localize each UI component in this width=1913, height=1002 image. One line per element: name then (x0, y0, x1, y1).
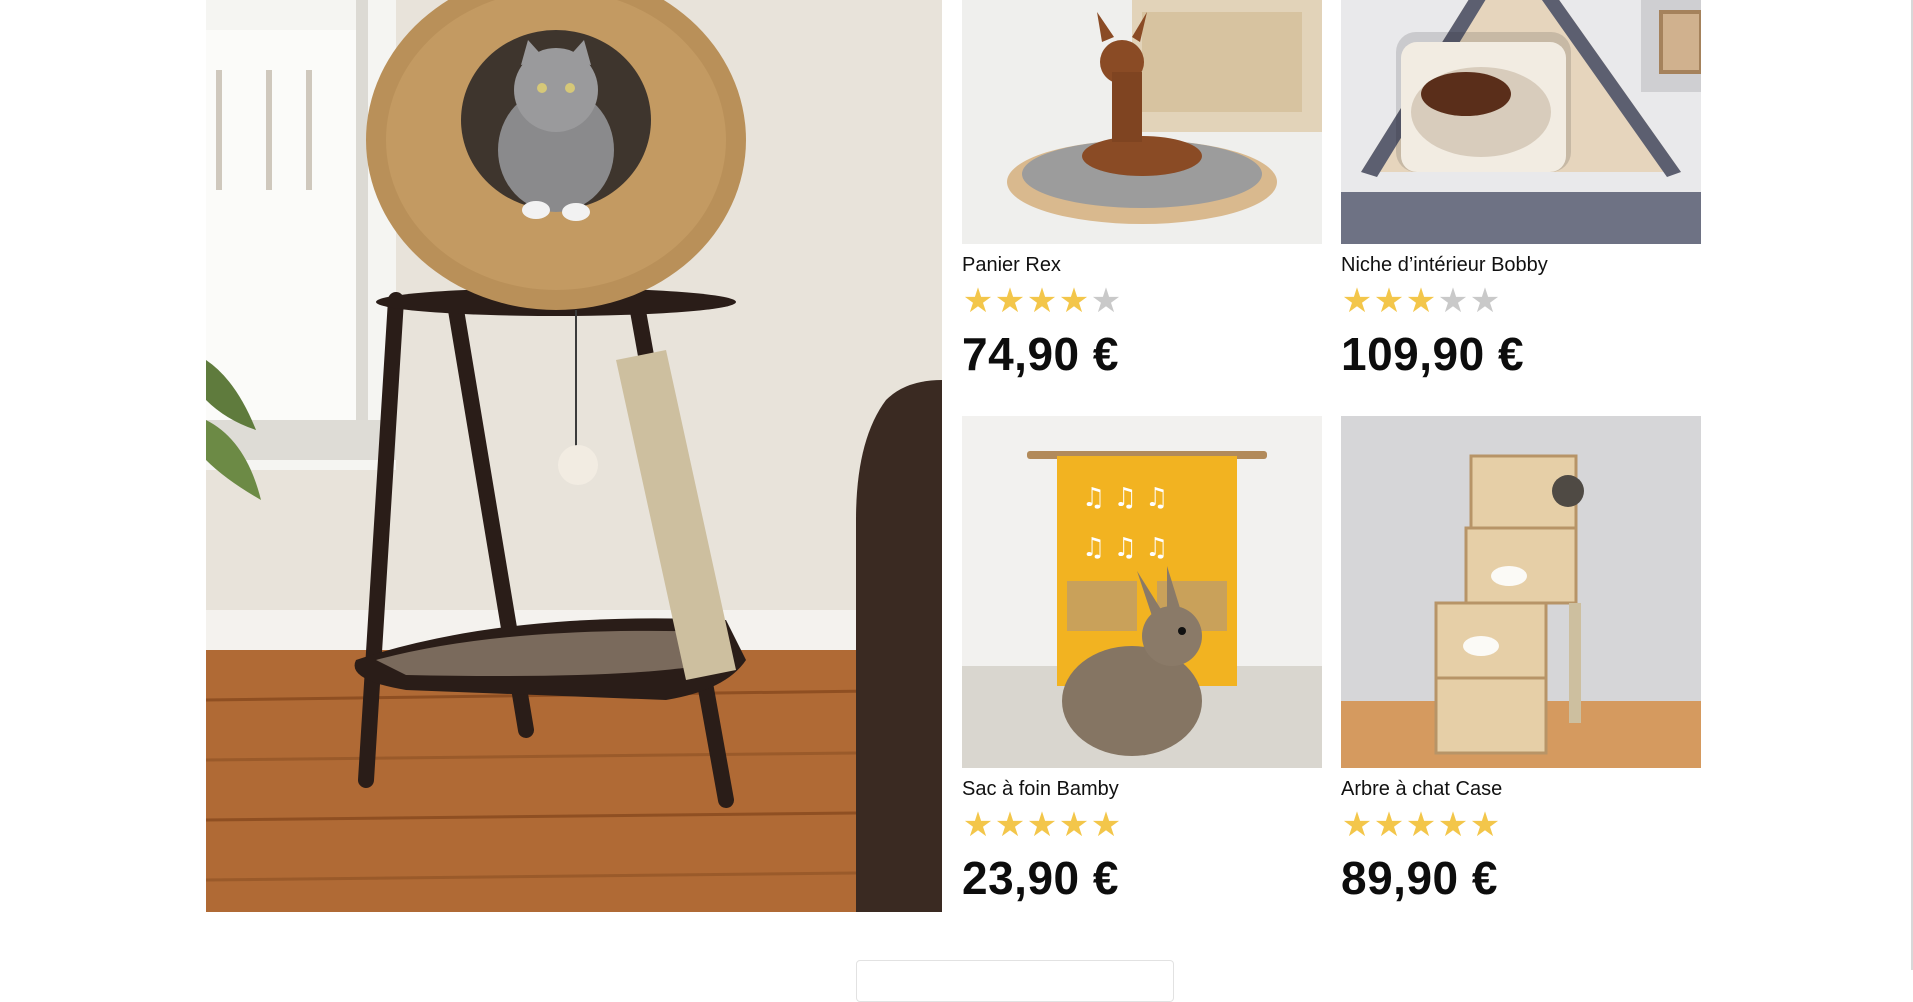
product-card-panier-rex[interactable]: Panier Rex ★ ★ ★ ★ ★ 74,90 € (962, 0, 1322, 380)
star-empty-icon: ★ (1090, 281, 1122, 321)
product-name[interactable]: Arbre à chat Case (1341, 776, 1701, 802)
star-filled-icon: ★ (1373, 805, 1405, 845)
star-filled-icon: ★ (1058, 281, 1090, 321)
product-price: 89,90 € (1341, 852, 1498, 904)
star-filled-icon: ★ (1405, 281, 1437, 321)
product-card-niche-bobby[interactable]: Niche d’intérieur Bobby ★ ★ ★ ★ ★ 109,90… (1341, 0, 1701, 380)
star-filled-icon: ★ (1437, 805, 1469, 845)
star-filled-icon: ★ (1341, 281, 1373, 321)
product-card-arbre-chat-case[interactable]: Arbre à chat Case ★ ★ ★ ★ ★ 89,90 € (1341, 416, 1701, 904)
hero-image-cat-tree[interactable] (206, 0, 942, 912)
product-image-arbre-chat-case[interactable] (1341, 416, 1701, 768)
star-filled-icon: ★ (1090, 805, 1122, 845)
star-filled-icon: ★ (994, 281, 1026, 321)
product-card-sac-foin-bamby[interactable]: ♫ ♫ ♫ ♫ ♫ ♫ Sac à foin Bamby ★ ★ ★ ★ ★ 2… (962, 416, 1322, 904)
product-name[interactable]: Niche d’intérieur Bobby (1341, 252, 1701, 278)
star-filled-icon: ★ (994, 805, 1026, 845)
star-empty-icon: ★ (1437, 281, 1469, 321)
product-name[interactable]: Sac à foin Bamby (962, 776, 1322, 802)
star-filled-icon: ★ (1405, 805, 1437, 845)
svg-text:♫ ♫ ♫: ♫ ♫ ♫ (1082, 533, 1168, 563)
star-filled-icon: ★ (1058, 805, 1090, 845)
star-filled-icon: ★ (1469, 805, 1501, 845)
star-filled-icon: ★ (1341, 805, 1373, 845)
star-filled-icon: ★ (962, 805, 994, 845)
star-filled-icon: ★ (1026, 281, 1058, 321)
product-price: 23,90 € (962, 852, 1119, 904)
svg-text:♫ ♫ ♫: ♫ ♫ ♫ (1082, 483, 1168, 513)
rating-stars: ★ ★ ★ ★ ★ (962, 808, 1322, 842)
load-more-button[interactable] (856, 960, 1174, 1002)
product-price: 109,90 € (1341, 328, 1525, 380)
rating-stars: ★ ★ ★ ★ ★ (1341, 808, 1701, 842)
product-image-panier-rex[interactable] (962, 0, 1322, 244)
product-image-sac-foin-bamby[interactable]: ♫ ♫ ♫ ♫ ♫ ♫ (962, 416, 1322, 768)
rating-stars: ★ ★ ★ ★ ★ (962, 284, 1322, 318)
star-empty-icon: ★ (1469, 281, 1501, 321)
star-filled-icon: ★ (1373, 281, 1405, 321)
product-name[interactable]: Panier Rex (962, 252, 1322, 278)
rating-stars: ★ ★ ★ ★ ★ (1341, 284, 1701, 318)
star-filled-icon: ★ (1026, 805, 1058, 845)
star-filled-icon: ★ (962, 281, 994, 321)
product-image-niche-bobby[interactable] (1341, 0, 1701, 244)
product-price: 74,90 € (962, 328, 1119, 380)
